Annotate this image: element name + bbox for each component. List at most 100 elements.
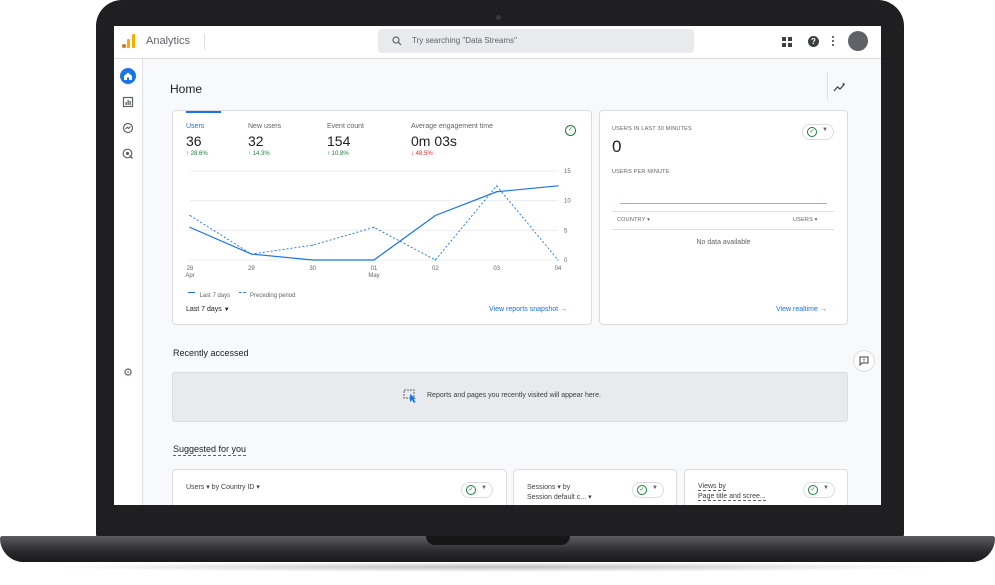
suggested-status-chip[interactable]: ✓ ▼: [461, 482, 493, 498]
chevron-down-icon: ▼: [223, 307, 230, 313]
y-tick-label: 15: [564, 169, 571, 175]
x-tick-label: 02: [432, 266, 439, 272]
cursor-click-icon: [403, 389, 416, 403]
x-tick-label: 04: [555, 266, 562, 272]
divider: [204, 34, 205, 50]
chevron-down-icon: ▼: [822, 127, 828, 133]
suggested-card-subtitle: Page title and scree...: [698, 493, 766, 501]
metric-label: New users: [248, 123, 282, 130]
users-column-header[interactable]: USERS ▾: [793, 217, 818, 223]
overview-card: Users 36 ↑ 28.6% New users 32 ↑ 14.3% Ev…: [172, 110, 592, 325]
series-line-preceding-period: [189, 185, 559, 261]
header-divider: [827, 72, 828, 100]
metric-value: 154: [327, 133, 351, 149]
table-divider: [612, 211, 834, 212]
legend-label: Last 7 days: [199, 293, 231, 299]
top-bar: Analytics Try searching "Data Streams" ?: [114, 26, 881, 59]
data-point: [373, 226, 375, 228]
metric-users[interactable]: Users 36 ↑ 28.6%: [186, 123, 208, 157]
suggested-status-chip[interactable]: ✓ ▼: [803, 482, 835, 498]
users-line-chart: 15 10 5 0 28Apr 29 30 01May 02 03 04: [185, 169, 571, 279]
data-point: [434, 214, 436, 217]
chart-legend: Last 7 days Preceding period: [188, 284, 295, 302]
laptop-notch: [426, 536, 570, 545]
feedback-button[interactable]: [853, 350, 875, 372]
advertising-icon[interactable]: [120, 146, 136, 162]
active-metric-indicator: [186, 111, 221, 113]
apps-icon[interactable]: [782, 37, 792, 47]
check-circle-icon: ✓: [807, 127, 817, 137]
x-tick-label: 28: [187, 266, 194, 272]
table-divider: [612, 229, 834, 230]
users-per-minute-label: USERS PER MINUTE: [612, 169, 670, 175]
realtime-title: USERS IN LAST 30 MINUTES: [612, 126, 692, 132]
suggested-card[interactable]: Users ▾ by Country ID ▾ ✓ ▼: [172, 469, 507, 505]
metric-delta: ↑ 28.6%: [186, 151, 208, 157]
search-placeholder: Try searching "Data Streams": [412, 36, 517, 45]
view-reports-snapshot-link[interactable]: View reports snapshot →: [489, 306, 567, 313]
laptop-camera: [496, 15, 501, 20]
check-circle-icon: ✓: [637, 485, 647, 495]
data-point: [189, 214, 191, 217]
data-point: [312, 259, 314, 261]
help-icon[interactable]: ?: [808, 36, 819, 47]
data-point: [496, 191, 498, 193]
x-tick-label: 30: [309, 266, 316, 272]
check-circle-icon: ✓: [466, 485, 476, 495]
realtime-value: 0: [612, 137, 622, 156]
data-point: [250, 253, 252, 255]
legend-solid-swatch: [188, 292, 195, 294]
metric-delta: ↑ 10.8%: [327, 151, 349, 157]
chevron-down-icon: ▼: [652, 485, 658, 491]
data-point: [557, 185, 559, 187]
data-point: [496, 185, 498, 187]
analytics-logo-icon: [122, 34, 136, 48]
users-per-minute-baseline: [620, 203, 827, 204]
metric-value: 36: [186, 133, 202, 149]
home-icon[interactable]: [120, 68, 136, 84]
view-realtime-link[interactable]: View realtime →: [776, 306, 827, 313]
realtime-card: USERS IN LAST 30 MINUTES 0 USERS PER MIN…: [599, 110, 848, 325]
x-tick-sublabel: Apr: [185, 273, 194, 279]
suggested-card-title: Views by: [698, 483, 726, 491]
x-tick-label: 01: [371, 266, 378, 272]
y-tick-label: 10: [564, 199, 571, 205]
recently-accessed-panel: Reports and pages you recently visited w…: [172, 372, 848, 422]
suggested-card-subtitle: Session default c... ▾: [527, 494, 592, 501]
more-vert-icon[interactable]: [831, 36, 835, 46]
legend-label: Preceding period: [250, 293, 296, 299]
metric-new-users[interactable]: New users 32 ↑ 14.3%: [248, 123, 281, 157]
search-icon: [392, 36, 402, 46]
date-range-dropdown[interactable]: Last 7 days ▼: [186, 306, 230, 313]
suggested-card[interactable]: Sessions ▾ by Session default c... ▾ ✓ ▼: [513, 469, 677, 505]
realtime-status-chip[interactable]: ✓ ▼: [802, 124, 834, 140]
y-tick-label: 0: [564, 258, 568, 264]
series-line-last-7-days: [189, 185, 559, 261]
metric-label: Average engagement time: [411, 123, 493, 130]
avatar[interactable]: [848, 31, 868, 51]
screen: Analytics Try searching "Data Streams" ?: [114, 26, 881, 505]
reports-icon[interactable]: [120, 94, 136, 110]
app-title: Analytics: [146, 35, 191, 47]
metric-delta: ↑ 14.3%: [248, 151, 270, 157]
metric-delta: ↓ 48.5%: [411, 151, 433, 157]
suggested-status-chip[interactable]: ✓ ▼: [632, 482, 664, 498]
metric-label: Event count: [327, 123, 364, 130]
sidebar: ⚙: [114, 59, 143, 505]
no-data-message: No data available: [696, 239, 751, 246]
settings-icon[interactable]: ⚙: [120, 365, 136, 381]
feedback-icon: [859, 356, 869, 366]
suggested-card[interactable]: Views by Page title and scree... ✓ ▼: [684, 469, 848, 505]
metric-avg-engagement[interactable]: Average engagement time 0m 03s ↓ 48.5%: [411, 123, 493, 157]
data-point: [312, 244, 314, 246]
x-tick-label: 03: [493, 266, 500, 272]
check-circle-icon[interactable]: ✓: [565, 125, 576, 136]
country-column-header[interactable]: COUNTRY ▾: [617, 217, 650, 223]
x-tick-sublabel: May: [368, 273, 379, 279]
search-bar[interactable]: Try searching "Data Streams": [378, 29, 694, 53]
metric-event-count[interactable]: Event count 154 ↑ 10.8%: [327, 123, 364, 157]
metric-value: 0m 03s: [411, 133, 457, 149]
explore-icon[interactable]: [120, 120, 136, 136]
data-point: [434, 259, 436, 261]
insights-icon[interactable]: [833, 82, 846, 92]
